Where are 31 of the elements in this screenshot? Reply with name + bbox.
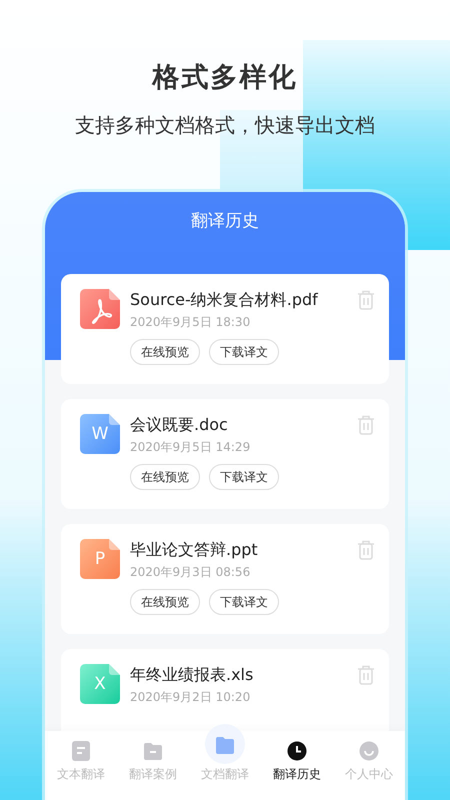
tab-item[interactable]: 翻译历史 (261, 731, 333, 800)
pill-button[interactable]: 下载译文 (209, 464, 279, 490)
file-icon: P (80, 539, 120, 579)
page-subtitle: 支持多种文档格式，快速导出文档 (75, 112, 375, 139)
folder-icon (143, 740, 163, 762)
page-title: 格式多样化 (152, 61, 298, 95)
file-date: 2020年9月2日 10:20 (130, 689, 252, 705)
smiley-icon (359, 740, 379, 762)
file-icon: W (80, 414, 120, 454)
folder-icon (215, 735, 235, 757)
delete-icon[interactable] (357, 415, 375, 435)
file-name: Source-纳米复合材料.pdf (130, 289, 318, 311)
pill-button[interactable]: 在线预览 (130, 589, 200, 615)
file-date: 2020年9月5日 14:29 (130, 439, 252, 455)
file-name: 毕业论文答辩.ppt (130, 539, 259, 561)
clock-icon (287, 740, 307, 762)
document-icon (71, 740, 91, 762)
file-date: 2020年9月5日 18:30 (130, 314, 252, 330)
file-name: 会议既要.doc (130, 414, 229, 436)
delete-icon[interactable] (357, 665, 375, 685)
pill-button[interactable]: 在线预览 (130, 464, 200, 490)
pdf-file-icon (80, 289, 120, 329)
delete-icon[interactable] (357, 540, 375, 560)
screen-title: 翻译历史 (190, 210, 260, 233)
pill-button[interactable]: 下载译文 (209, 339, 279, 365)
delete-icon[interactable] (357, 290, 375, 310)
pill-button[interactable]: 下载译文 (209, 589, 279, 615)
file-name: 年终业绩报表.xls (130, 664, 254, 686)
file-icon: X (80, 664, 120, 704)
pill-button[interactable]: 在线预览 (130, 339, 200, 365)
file-date: 2020年9月3日 08:56 (130, 564, 252, 580)
